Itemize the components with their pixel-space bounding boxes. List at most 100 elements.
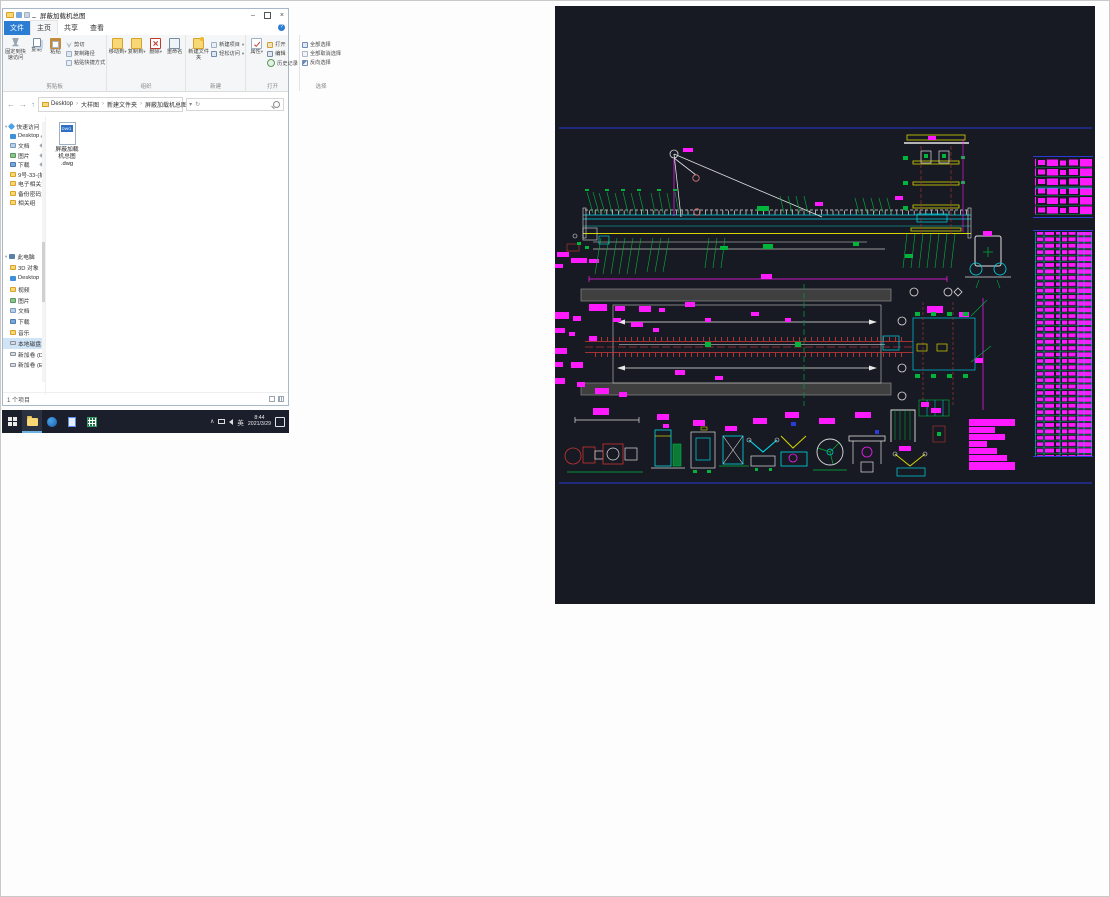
sidebar-item-downloads[interactable]: 下载 bbox=[3, 316, 45, 327]
address-bar: ← → ↑ Desktop › 大样图 › 新建文件夹 › 屏蔽加载机总图 ▾ … bbox=[3, 92, 288, 116]
sidebar-item-3d-objects[interactable]: 3D 对象 bbox=[3, 262, 45, 273]
paste-shortcut-icon bbox=[66, 59, 72, 66]
desktop-icon bbox=[10, 275, 16, 281]
copy-button[interactable]: 复制 bbox=[27, 37, 46, 83]
edit-button[interactable]: 编辑 bbox=[267, 50, 298, 57]
cad-drive-station bbox=[897, 287, 992, 410]
cad-detail-views bbox=[564, 399, 950, 477]
open-button[interactable]: 打开 bbox=[267, 41, 298, 48]
sidebar-item-videos[interactable]: 视频 bbox=[3, 284, 45, 295]
properties-icon bbox=[251, 38, 263, 49]
sidebar-item-pictures[interactable]: 图片 bbox=[3, 295, 45, 306]
invert-selection-button[interactable]: 反向选择 bbox=[301, 59, 341, 66]
explorer-window: 屏蔽加载机总图 – × 文件 主页 共享 查看 ? 固定到快速访问 复制 粘贴 … bbox=[2, 8, 341, 406]
sidebar-item-folder[interactable]: 9号-33-(扩大) bbox=[3, 170, 45, 180]
sidebar-item-downloads[interactable]: 下载 bbox=[3, 160, 45, 170]
cad-gantry bbox=[890, 399, 950, 443]
ribbon-group-select: 全部选择 全部取消选择 反向选择 选择 bbox=[300, 35, 342, 91]
copy-path-button[interactable]: 复制路径 bbox=[66, 50, 105, 57]
close-button[interactable]: × bbox=[280, 12, 284, 19]
quick-access-toolbar-icon[interactable] bbox=[16, 12, 22, 18]
sidebar-item-folder[interactable]: 相关组 bbox=[3, 198, 45, 208]
desktop-icon bbox=[10, 133, 16, 139]
nav-scrollbar[interactable] bbox=[42, 122, 45, 382]
sidebar-item-documents[interactable]: 文档 bbox=[3, 141, 45, 151]
start-button[interactable] bbox=[2, 410, 22, 433]
help-icon[interactable]: ? bbox=[278, 24, 285, 31]
tab-share[interactable]: 共享 bbox=[58, 21, 84, 35]
history-button[interactable]: 历史记录 bbox=[267, 59, 298, 67]
select-none-button[interactable]: 全部取消选择 bbox=[301, 50, 341, 57]
sidebar-item-pictures[interactable]: 图片 bbox=[3, 151, 45, 161]
move-to-icon bbox=[112, 38, 124, 49]
quick-access-dropdown-icon[interactable] bbox=[32, 13, 36, 18]
sidebar-item-music[interactable]: 音乐 bbox=[3, 327, 45, 338]
tray-expand-icon[interactable]: ∧ bbox=[210, 418, 214, 425]
speaker-icon[interactable] bbox=[229, 418, 234, 425]
thumbnail-view-icon[interactable] bbox=[278, 396, 284, 402]
sidebar-item-desktop[interactable]: Desktop bbox=[3, 132, 45, 142]
up-button[interactable]: ↑ bbox=[31, 100, 35, 109]
tab-file[interactable]: 文件 bbox=[4, 21, 30, 35]
group-label-clipboard: 剪贴板 bbox=[46, 84, 63, 90]
delete-button[interactable]: 删除▾ bbox=[146, 37, 165, 83]
file-item-dwg[interactable]: DWG 屏蔽加载 机总图 .dwg bbox=[50, 122, 84, 168]
breadcrumb-segment[interactable]: 新建文件夹 bbox=[107, 100, 137, 109]
sidebar-section-quick-access[interactable]: ▾ 快速访问 bbox=[3, 122, 45, 132]
cad-viewport[interactable] bbox=[555, 6, 1095, 604]
paste-shortcut-button[interactable]: 粘贴快捷方式 bbox=[66, 59, 105, 66]
breadcrumb[interactable]: Desktop › 大样图 › 新建文件夹 › 屏蔽加载机总图 ▾ ↻ bbox=[38, 96, 200, 112]
search-input[interactable] bbox=[186, 97, 284, 111]
easy-access-button[interactable]: 轻松访问 ▾ bbox=[211, 50, 244, 57]
sidebar-item-desktop[interactable]: Desktop bbox=[3, 273, 45, 284]
taskbar-document-app[interactable] bbox=[62, 410, 82, 433]
quick-access-toolbar-icon[interactable] bbox=[24, 12, 30, 18]
breadcrumb-segment[interactable]: Desktop bbox=[51, 101, 73, 107]
pin-to-quick-access-button[interactable]: 固定到快速访问 bbox=[4, 37, 27, 83]
back-button[interactable]: ← bbox=[7, 100, 15, 109]
paste-button[interactable]: 粘贴 bbox=[46, 37, 65, 83]
cad-parts-table bbox=[1033, 230, 1093, 457]
taskbar-clock[interactable]: 8:44 2021/3/29 bbox=[248, 415, 271, 428]
input-method-indicator[interactable]: 英 bbox=[237, 417, 244, 427]
maximize-button[interactable] bbox=[263, 11, 271, 19]
history-icon bbox=[267, 59, 276, 67]
sidebar-item-disk-d[interactable]: 新加卷 (D:) bbox=[3, 349, 45, 360]
sidebar-item-documents[interactable]: 文档 bbox=[3, 305, 45, 316]
taskbar-file-explorer[interactable] bbox=[22, 410, 42, 433]
copy-to-button[interactable]: 复制到▾ bbox=[127, 37, 146, 83]
sidebar-item-folder[interactable]: 备份密码文件 bbox=[3, 189, 45, 199]
forward-button[interactable]: → bbox=[19, 100, 27, 109]
paste-icon bbox=[50, 38, 61, 49]
tab-home[interactable]: 主页 bbox=[30, 20, 58, 35]
sidebar-item-disk-e[interactable]: 新加卷 (E:) bbox=[3, 359, 45, 370]
sidebar-item-local-disk-c[interactable]: 本地磁盘 (C:) bbox=[3, 337, 45, 349]
select-all-button[interactable]: 全部选择 bbox=[301, 41, 341, 48]
taskbar-spreadsheet-app[interactable] bbox=[82, 410, 102, 433]
tab-view[interactable]: 查看 bbox=[84, 21, 110, 35]
breadcrumb-segment[interactable]: 屏蔽加载机总图 bbox=[145, 100, 187, 109]
chevron-down-icon: ▾ bbox=[5, 123, 8, 129]
properties-button[interactable]: 属性▾ bbox=[247, 37, 266, 83]
folder-icon bbox=[6, 12, 14, 18]
file-list[interactable]: DWG 屏蔽加载 机总图 .dwg bbox=[46, 116, 288, 395]
action-center-icon[interactable] bbox=[275, 416, 285, 427]
sidebar-section-this-pc[interactable]: ▾ 此电脑 bbox=[3, 252, 45, 263]
new-folder-button[interactable]: 新建文件夹 bbox=[187, 37, 210, 83]
details-view-icon[interactable] bbox=[269, 396, 275, 402]
group-label-open: 打开 bbox=[267, 84, 279, 90]
display-icon[interactable] bbox=[218, 419, 226, 424]
breadcrumb-segment[interactable]: 大样图 bbox=[81, 100, 99, 109]
taskbar-browser[interactable] bbox=[42, 410, 62, 433]
ribbon-tabs: 文件 主页 共享 查看 ? bbox=[3, 20, 288, 35]
window-title: 屏蔽加载机总图 bbox=[40, 13, 86, 20]
new-item-button[interactable]: 新建项目 ▾ bbox=[211, 41, 244, 48]
new-folder-icon bbox=[193, 37, 205, 49]
breadcrumb-separator-icon: › bbox=[102, 101, 105, 107]
cut-button[interactable]: 剪切 bbox=[66, 41, 105, 48]
sidebar-item-folder[interactable]: 电子相关文件 bbox=[3, 179, 45, 189]
minimize-button[interactable]: – bbox=[251, 12, 255, 19]
rename-button[interactable]: 重命名 bbox=[165, 37, 184, 83]
group-label-organize: 组织 bbox=[140, 84, 152, 90]
move-to-button[interactable]: 移动到▾ bbox=[108, 37, 127, 83]
